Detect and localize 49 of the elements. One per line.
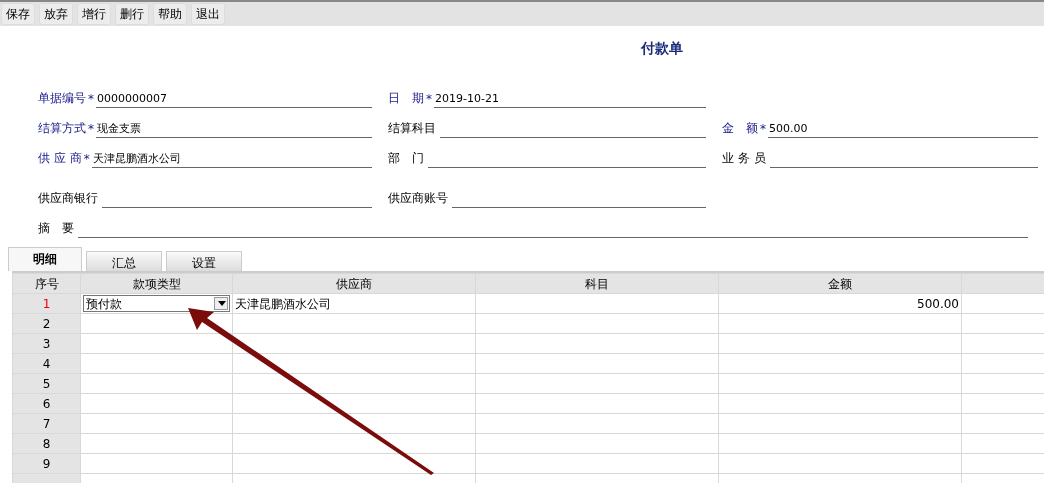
required-mark: *	[87, 91, 95, 108]
toolbar-button[interactable]: 退出	[191, 3, 225, 25]
column-header: 序号	[12, 273, 81, 294]
column-header: 金额	[718, 273, 962, 294]
row-number: 2	[12, 313, 81, 334]
dropdown-field[interactable]: 预付款	[83, 295, 230, 312]
row-number: 3	[12, 333, 81, 354]
column-header: 科目	[475, 273, 719, 294]
tab[interactable]: 汇总	[86, 251, 162, 271]
required-mark: *	[82, 151, 91, 168]
input-field[interactable]: 0000000007	[96, 91, 372, 108]
field-label: 日 期	[388, 90, 424, 107]
table-cell: 天津昆鹏酒水公司	[232, 293, 476, 314]
required-mark: *	[759, 121, 767, 138]
field-label: 结算方式	[38, 120, 86, 137]
field-label: 单据编号	[38, 90, 86, 107]
field-label: 金 额	[722, 120, 758, 137]
field-label: 结算科目	[388, 120, 436, 137]
caret-icon	[214, 297, 228, 310]
column-header: 供应商	[232, 273, 476, 294]
toolbar-button[interactable]: 增行	[77, 3, 111, 25]
toolbar-button[interactable]: 删行	[115, 3, 149, 25]
field-label: 供 应 商	[38, 150, 82, 167]
row-number: 9	[12, 453, 81, 474]
field-label: 部 门	[388, 150, 424, 167]
toolbar-button[interactable]: 放弃	[39, 3, 73, 25]
field-label: 摘 要	[38, 220, 74, 237]
input-field[interactable]: 现金支票	[96, 121, 372, 138]
field-label: 业 务 员	[722, 150, 766, 167]
required-mark: *	[425, 91, 433, 108]
tab[interactable]: 明细	[8, 247, 82, 271]
required-mark: *	[87, 121, 95, 138]
form-title: 付款单	[640, 39, 684, 58]
table-cell: 500.00	[718, 293, 962, 314]
row-number: 7	[12, 413, 81, 434]
tab[interactable]: 设置	[166, 251, 242, 271]
row-number: 5	[12, 373, 81, 394]
field-label: 供应商账号	[388, 190, 448, 207]
toolbar-button[interactable]: 保存	[1, 3, 35, 25]
field-label: 供应商银行	[38, 190, 98, 207]
column-header: 款项类型	[80, 273, 233, 294]
row-number: 6	[12, 393, 81, 414]
input-field[interactable]: 2019-10-21	[434, 91, 706, 108]
input-field[interactable]: 500.00	[768, 121, 1038, 138]
row-number: 1	[12, 293, 81, 314]
toolbar-button[interactable]: 帮助	[153, 3, 187, 25]
input-field[interactable]: 天津昆鹏酒水公司	[91, 151, 372, 168]
row-number: 8	[12, 433, 81, 454]
row-number: 4	[12, 353, 81, 374]
